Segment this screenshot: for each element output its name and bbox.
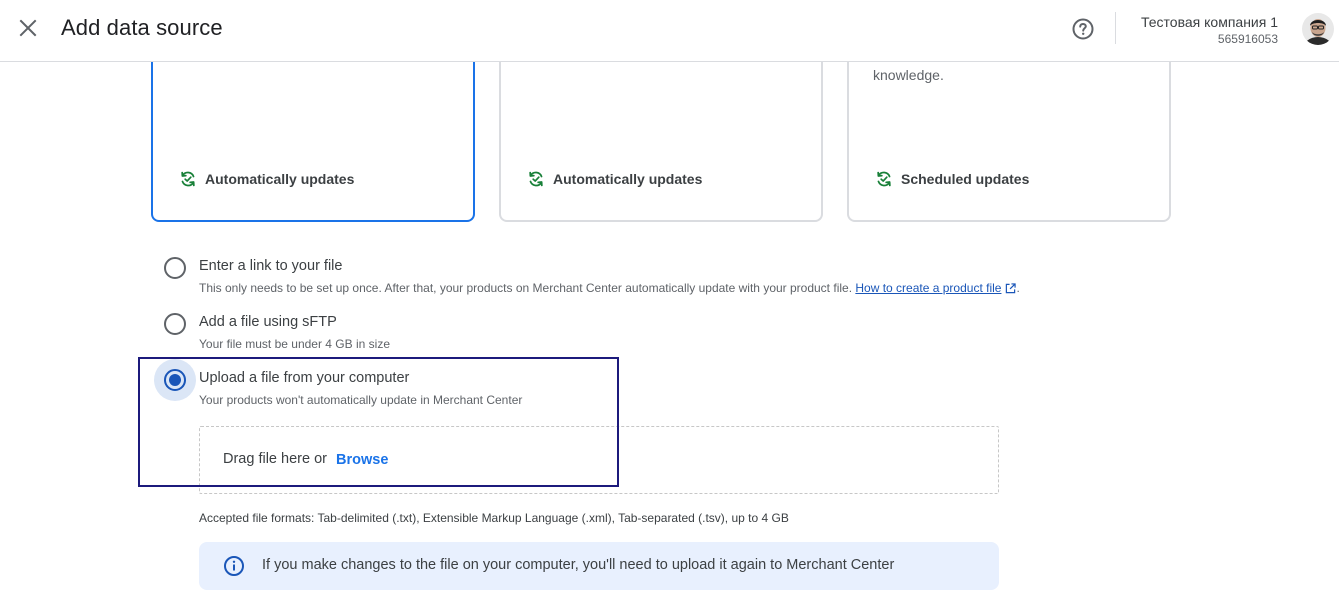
accepted-formats-text: Accepted file formats: Tab-delimited (.t… [199, 511, 789, 525]
card-update-label: Automatically updates [205, 171, 355, 187]
option-link-trailing: . [1016, 281, 1020, 295]
close-icon [19, 19, 37, 37]
option-sftp-label[interactable]: Add a file using sFTP [199, 314, 337, 330]
close-button[interactable] [14, 14, 42, 42]
radio-upload[interactable] [164, 369, 186, 391]
card-update-info: Automatically updates [527, 170, 702, 188]
file-drop-zone[interactable]: Drag file here or Browse [199, 426, 999, 494]
account-name: Тестовая компания 1 [1141, 14, 1278, 30]
card-description: knowledge. [873, 67, 944, 83]
option-sftp-description: Your file must be under 4 GB in size [199, 337, 390, 351]
drag-file-text: Drag file here or [223, 451, 327, 467]
info-icon [224, 556, 244, 576]
option-link-sub-text: This only needs to be set up once. After… [199, 281, 853, 295]
card-update-label: Scheduled updates [901, 171, 1030, 187]
card-update-info: Automatically updates [179, 170, 354, 188]
sync-icon [529, 171, 543, 187]
option-upload-label[interactable]: Upload a file from your computer [199, 370, 409, 386]
option-link-label[interactable]: Enter a link to your file [199, 258, 342, 274]
avatar[interactable] [1302, 13, 1334, 45]
user-avatar-icon [1302, 13, 1334, 45]
help-link[interactable]: How to create a product file [855, 281, 1001, 295]
source-card-2[interactable]: Automatically updates [499, 40, 823, 222]
account-id: 565916053 [1217, 32, 1278, 46]
top-app-bar: Add data source Тестовая компания 1 5659… [0, 0, 1339, 62]
help-icon [1072, 18, 1094, 40]
page-title: Add data source [61, 15, 223, 40]
source-card-1[interactable]: Automatically updates [151, 40, 475, 222]
sync-icon [877, 171, 891, 187]
radio-link[interactable] [164, 257, 186, 279]
open-in-new-icon[interactable] [1005, 283, 1017, 294]
browse-button[interactable]: Browse [336, 452, 388, 468]
sync-icon [181, 171, 195, 187]
info-banner: If you make changes to the file on your … [199, 542, 999, 590]
option-link-description: This only needs to be set up once. After… [199, 281, 1020, 295]
source-card-3[interactable]: knowledge. Scheduled updates [847, 40, 1171, 222]
help-button[interactable] [1070, 16, 1096, 42]
card-update-info: Scheduled updates [875, 170, 1029, 188]
header-divider [1115, 12, 1116, 44]
card-update-label: Automatically updates [553, 171, 703, 187]
option-upload-description: Your products won't automatically update… [199, 393, 523, 407]
radio-sftp[interactable] [164, 313, 186, 335]
info-text: If you make changes to the file on your … [262, 557, 895, 573]
